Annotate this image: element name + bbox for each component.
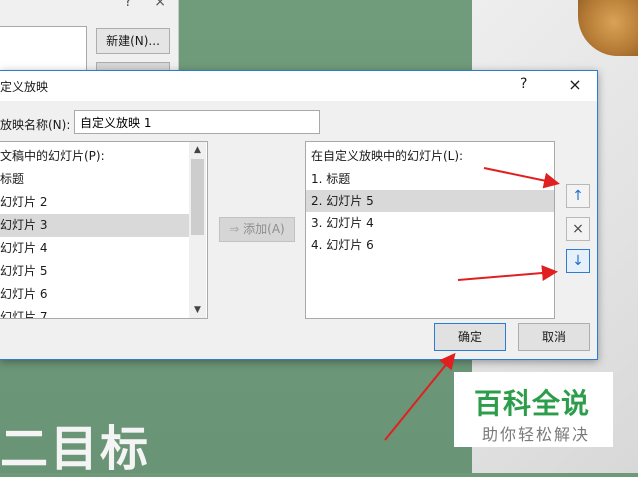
- show-name-label: 放映名称(N):: [0, 118, 71, 132]
- background-close-icon[interactable]: ×: [154, 0, 166, 10]
- list-item[interactable]: 幻灯片 4: [0, 237, 190, 260]
- list-item[interactable]: 幻灯片 7: [0, 306, 190, 318]
- scrollbar-thumb[interactable]: [191, 159, 204, 235]
- new-show-button[interactable]: 新建(N)...: [96, 28, 170, 54]
- ok-button[interactable]: 确定: [434, 323, 506, 351]
- list-item[interactable]: 幻灯片 5: [0, 260, 190, 283]
- remove-button[interactable]: ×: [566, 217, 590, 241]
- custom-show-dialog-background: ? × 新建(N)...: [0, 0, 179, 74]
- close-x-icon: ×: [572, 221, 584, 237]
- vertical-scrollbar[interactable]: ▲ ▼: [189, 142, 206, 318]
- list-item[interactable]: 标题: [0, 168, 190, 191]
- presentation-slides-items: 标题 幻灯片 2 幻灯片 3 幻灯片 4 幻灯片 5 幻灯片 6 幻灯片 7: [0, 168, 190, 318]
- custom-show-slides-list[interactable]: 在自定义放映中的幻灯片(L): 1. 标题 2. 幻灯片 5 3. 幻灯片 4 …: [305, 141, 555, 319]
- presentation-slides-list[interactable]: 文稿中的幻灯片(P): 标题 幻灯片 2 幻灯片 3 幻灯片 4 幻灯片 5 幻…: [0, 141, 208, 319]
- background-title-buttons: ? ×: [106, 0, 166, 10]
- custom-shows-list[interactable]: [0, 26, 87, 72]
- background-help-icon[interactable]: ?: [124, 0, 131, 10]
- list-item[interactable]: 4. 幻灯片 6: [306, 234, 554, 256]
- close-button[interactable]: ×: [562, 74, 588, 96]
- move-down-button[interactable]: ↓: [566, 249, 590, 273]
- dialog-title: 定义放映: [0, 80, 49, 94]
- list-item-selected[interactable]: 幻灯片 3: [0, 214, 190, 237]
- arrow-down-icon: ↓: [572, 253, 584, 269]
- cancel-button[interactable]: 取消: [518, 323, 590, 351]
- dialog-titlebar: 定义放映 ? ×: [0, 71, 597, 101]
- scroll-up-arrow-icon[interactable]: ▲: [189, 142, 206, 158]
- watermark-subtitle: 助你轻松解决: [482, 425, 591, 444]
- list-item[interactable]: 1. 标题: [306, 168, 554, 190]
- show-name-input[interactable]: [74, 110, 320, 134]
- presentation-slides-header: 文稿中的幻灯片(P):: [0, 149, 105, 163]
- add-button-label: 添加(A): [243, 222, 285, 236]
- define-custom-show-dialog: 定义放映 ? × 放映名称(N): 文稿中的幻灯片(P): 标题 幻灯片 2 幻…: [0, 70, 598, 360]
- scroll-down-arrow-icon[interactable]: ▼: [189, 302, 206, 318]
- add-button[interactable]: ⇒ 添加(A): [219, 217, 295, 242]
- list-item-selected[interactable]: 2. 幻灯片 5: [306, 190, 554, 212]
- list-item[interactable]: 幻灯片 6: [0, 283, 190, 306]
- list-item[interactable]: 3. 幻灯片 4: [306, 212, 554, 234]
- custom-show-slides-header: 在自定义放映中的幻灯片(L):: [311, 149, 464, 163]
- watermark-logo: 百科全说 助你轻松解决: [454, 372, 613, 447]
- watermark-title: 百科全说: [474, 387, 591, 420]
- list-item[interactable]: 幻灯片 2: [0, 191, 190, 214]
- custom-show-slides-items: 1. 标题 2. 幻灯片 5 3. 幻灯片 4 4. 幻灯片 6: [306, 168, 554, 256]
- move-up-button[interactable]: ↑: [566, 184, 590, 208]
- add-arrow-icon: ⇒: [229, 222, 244, 236]
- slide-title-text: 二目标: [0, 421, 151, 477]
- help-button[interactable]: ?: [520, 76, 527, 92]
- arrow-up-icon: ↑: [572, 188, 584, 204]
